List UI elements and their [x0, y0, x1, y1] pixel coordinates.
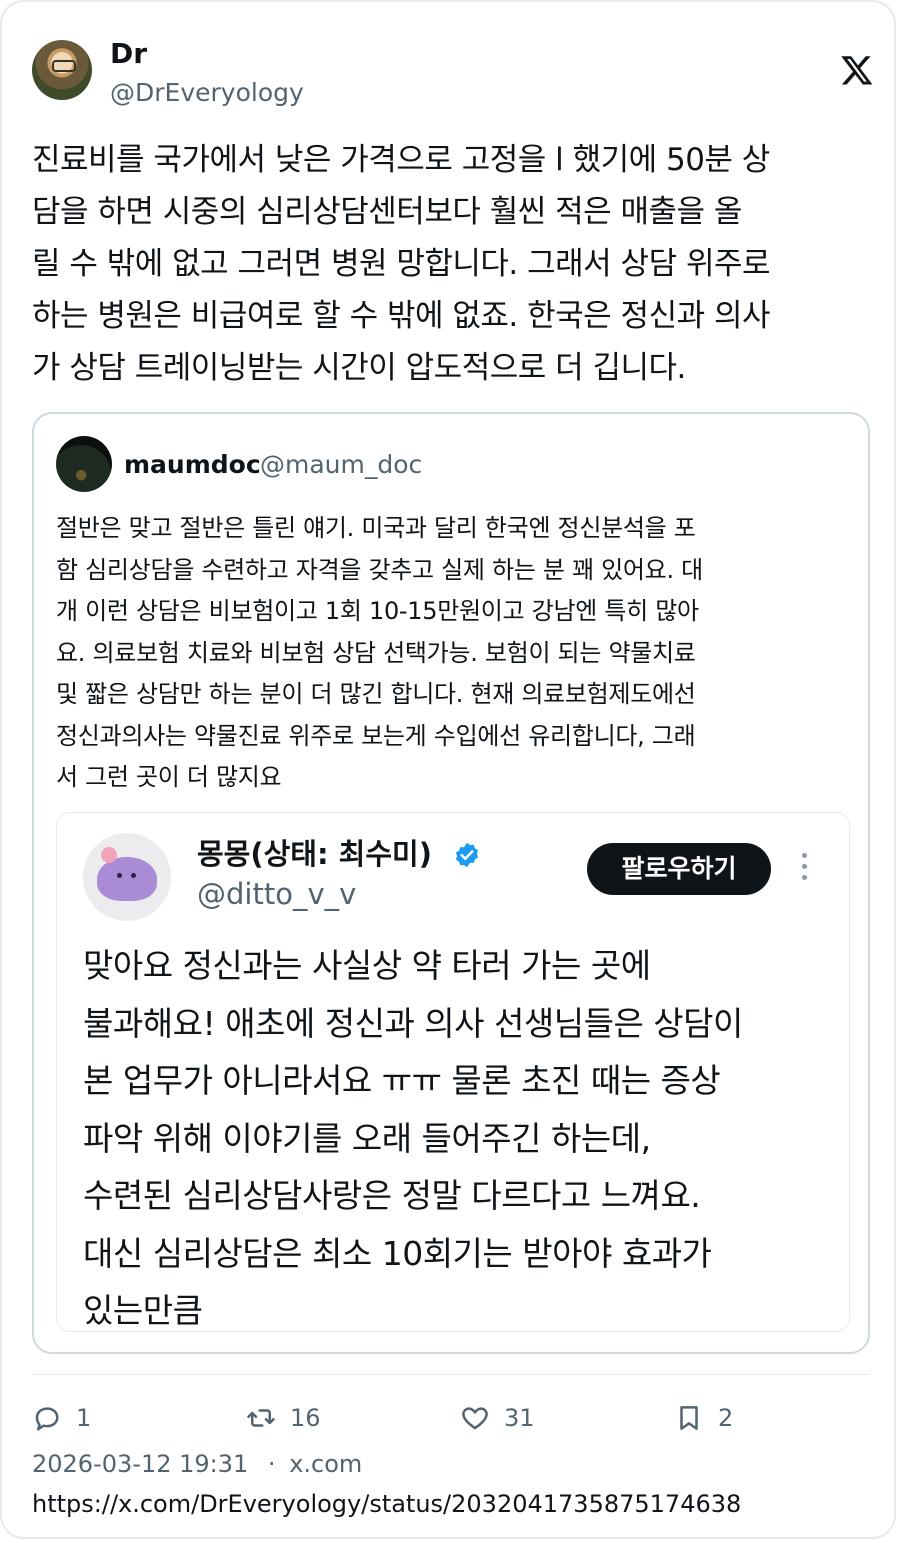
author-avatar[interactable]: [32, 40, 92, 100]
embed-author-name: 몽몽(상태: 최수미): [197, 837, 432, 871]
follow-button: 팔로우하기: [587, 843, 771, 895]
timestamp[interactable]: 2026-03-12 19:31: [32, 1450, 248, 1478]
heart-icon: [462, 1407, 488, 1430]
x-logo-icon[interactable]: [840, 52, 874, 88]
author-handle[interactable]: @DrEveryology: [110, 78, 304, 108]
retweet-count: 16: [290, 1404, 321, 1432]
quoted-tweet[interactable]: maumdoc @maum_doc 절반은 맞고 절반은 틀린 얘기. 미국과 …: [32, 412, 870, 1354]
verified-badge-icon: [455, 842, 479, 868]
retweet-icon: [247, 1409, 275, 1427]
quote-text: 절반은 맞고 절반은 틀린 얘기. 미국과 달리 한국엔 정신분석을 포 함 심…: [56, 514, 703, 791]
bookmark-count: 2: [718, 1404, 734, 1432]
author-name[interactable]: Dr: [110, 38, 147, 70]
like-count: 31: [504, 1404, 535, 1432]
source-domain[interactable]: x.com: [289, 1450, 362, 1478]
reply-count: 1: [76, 1404, 92, 1432]
like-button[interactable]: 31: [460, 1398, 535, 1438]
reply-icon: [35, 1407, 59, 1431]
reply-button[interactable]: 1: [32, 1398, 91, 1438]
bookmark-button[interactable]: 2: [674, 1398, 733, 1438]
more-options-icon: [799, 849, 809, 889]
meta-separator: ·: [267, 1450, 276, 1478]
quote-avatar[interactable]: [56, 436, 112, 492]
divider: [32, 1374, 870, 1375]
embedded-screenshot[interactable]: 몽몽(상태: 최수미) @ditto_v_v 팔로우하기 맞아요 정신과는 사실…: [56, 812, 850, 1332]
retweet-button[interactable]: 16: [246, 1398, 321, 1438]
embed-text: 맞아요 정신과는 사실상 약 타러 가는 곳에 불과해요! 애초에 정신과 의사…: [83, 946, 743, 1330]
bookmark-icon: [680, 1406, 698, 1430]
tweet-meta: 2026-03-12 19:31 · x.com: [32, 1448, 362, 1480]
embed-author-handle: @ditto_v_v: [197, 877, 357, 911]
quote-author-handle[interactable]: @maum_doc: [260, 450, 422, 480]
tweet-text: 진료비를 국가에서 낮은 가격으로 고정을 l 했기에 50분 상 담을 하면 …: [32, 142, 771, 386]
embed-avatar: [83, 833, 171, 921]
quote-author-name[interactable]: maumdoc: [124, 450, 261, 480]
tweet-url[interactable]: https://x.com/DrEveryology/status/203204…: [32, 1488, 741, 1520]
action-bar: 1 16 31 2: [32, 1398, 872, 1438]
tweet-card: Dr @DrEveryology 진료비를 국가에서 낮은 가격으로 고정을 l…: [0, 0, 896, 1539]
